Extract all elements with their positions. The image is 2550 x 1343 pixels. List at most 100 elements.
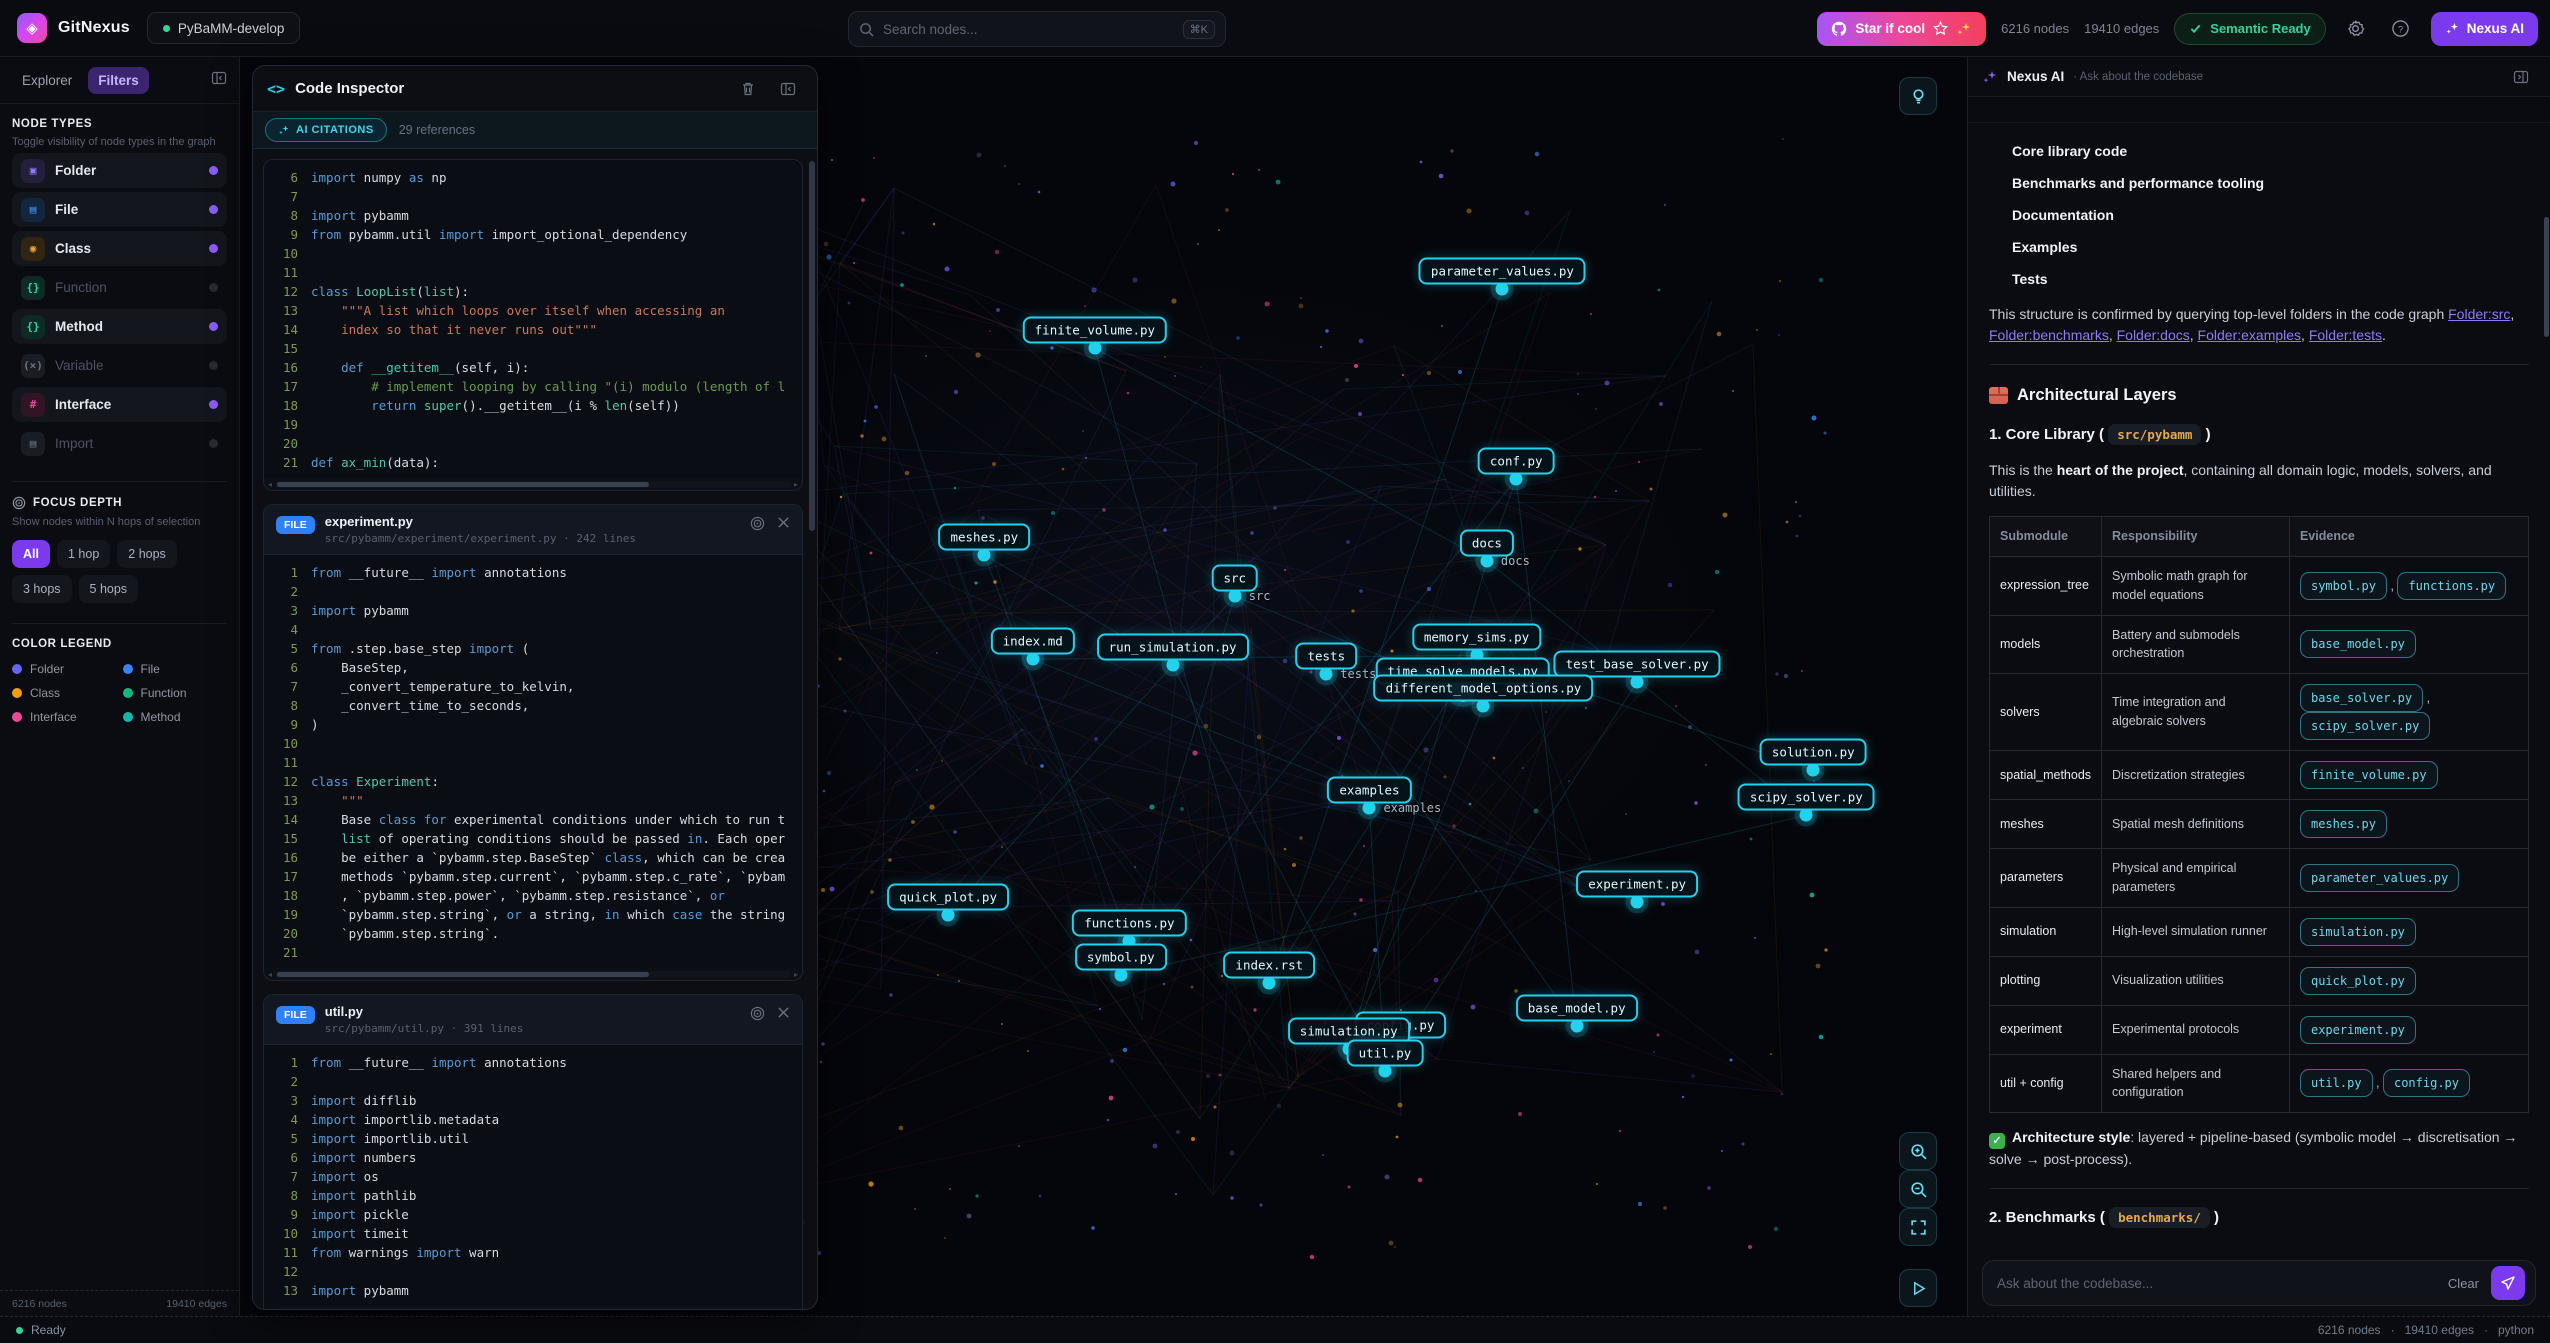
node-type-folder[interactable]: ▣Folder — [12, 153, 227, 188]
visibility-toggle[interactable] — [209, 361, 218, 370]
visibility-toggle[interactable] — [209, 439, 218, 448]
horizontal-scrollbar[interactable]: ◂▸ — [264, 478, 802, 490]
focus-depth-all[interactable]: All — [12, 540, 50, 568]
horizontal-scrollbar[interactable]: ◂▸ — [264, 968, 802, 980]
graph-node-quick_plot.py[interactable]: quick_plot.py — [887, 883, 1009, 910]
inspector-scrollbar[interactable] — [809, 161, 815, 531]
focus-depth-1-hop[interactable]: 1 hop — [57, 540, 110, 568]
collapse-ai-panel-button[interactable] — [2506, 62, 2536, 92]
graph-node-parameter_values.py[interactable]: parameter_values.py — [1419, 258, 1586, 285]
graph-link-Folder:benchmarks[interactable]: Folder:benchmarks — [1989, 327, 2109, 343]
clear-inspector-button[interactable] — [733, 74, 763, 104]
code-block[interactable]: 1from __future__ import annotations2 3im… — [264, 555, 802, 968]
zoom-in-button[interactable] — [1899, 1132, 1937, 1170]
graph-node-functions.py[interactable]: functions.py — [1072, 910, 1186, 937]
horizontal-scrollbar[interactable]: ◂▸ — [264, 1306, 802, 1309]
cell-responsibility: Spatial mesh definitions — [2102, 800, 2290, 849]
graph-node-symbol.py[interactable]: symbol.py — [1075, 944, 1167, 971]
visibility-toggle[interactable] — [209, 244, 218, 253]
focus-depth-5-hops[interactable]: 5 hops — [79, 575, 139, 603]
node-type-function[interactable]: {}Function — [12, 270, 227, 305]
visibility-toggle[interactable] — [209, 322, 218, 331]
graph-node-index.rst[interactable]: index.rst — [1223, 951, 1315, 978]
graph-node-different_model_options.py[interactable]: different_model_options.py — [1374, 674, 1594, 701]
node-type-import[interactable]: ▤Import — [12, 426, 227, 461]
evidence-chip-util.py[interactable]: util.py — [2300, 1069, 2373, 1097]
project-selector[interactable]: PyBaMM-develop — [147, 12, 301, 44]
focus-depth-3-hops[interactable]: 3 hops — [12, 575, 72, 603]
graph-node-scipy_solver.py[interactable]: scipy_solver.py — [1738, 784, 1875, 811]
ai-message-area[interactable]: Core library codeBenchmarks and performa… — [1968, 123, 2550, 1248]
zoom-out-button[interactable] — [1899, 1170, 1937, 1208]
evidence-chip-finite_volume.py[interactable]: finite_volume.py — [2300, 761, 2438, 789]
visibility-toggle[interactable] — [209, 283, 218, 292]
node-type-class[interactable]: ◉Class — [12, 231, 227, 266]
node-type-interface[interactable]: #Interface — [12, 387, 227, 422]
visibility-toggle[interactable] — [209, 400, 218, 409]
code-block[interactable]: 6import numpy as np7 8import pybamm9from… — [264, 160, 802, 478]
ai-citations-badge[interactable]: AI CITATIONS — [265, 118, 387, 142]
graph-link-Folder:src[interactable]: Folder:src — [2448, 306, 2510, 322]
node-type-method[interactable]: {}Method — [12, 309, 227, 344]
graph-node-run_simulation.py[interactable]: run_simulation.py — [1097, 634, 1249, 661]
collapse-sidebar-button[interactable] — [211, 70, 227, 91]
edges-count: 19410 edges — [2084, 21, 2159, 36]
chat-send-button[interactable] — [2491, 1266, 2525, 1300]
graph-link-Folder:tests[interactable]: Folder:tests — [2309, 327, 2382, 343]
focus-depth-2-hops[interactable]: 2 hops — [117, 540, 177, 568]
interface-icon: # — [21, 393, 45, 417]
graph-node-experiment.py[interactable]: experiment.py — [1576, 871, 1698, 898]
collapse-inspector-button[interactable] — [773, 74, 803, 104]
graph-node-conf.py[interactable]: conf.py — [1478, 448, 1555, 475]
evidence-chip-functions.py[interactable]: functions.py — [2397, 572, 2506, 600]
close-card-button[interactable] — [777, 1006, 790, 1024]
evidence-chip-parameter_values.py[interactable]: parameter_values.py — [2300, 864, 2459, 892]
ai-scrollbar[interactable] — [2544, 217, 2549, 337]
locate-node-button[interactable] — [750, 1006, 765, 1026]
chat-input[interactable]: Ask about the codebase... Clear — [1982, 1260, 2536, 1306]
visibility-toggle[interactable] — [209, 205, 218, 214]
graph-node-memory_sims.py[interactable]: memory_sims.py — [1412, 624, 1541, 651]
visibility-toggle[interactable] — [209, 166, 218, 175]
graph-node-base_model.py[interactable]: base_model.py — [1516, 994, 1638, 1021]
evidence-chip-simulation.py[interactable]: simulation.py — [2300, 918, 2416, 946]
nexus-ai-button[interactable]: Nexus AI — [2431, 12, 2538, 46]
insight-button[interactable] — [1899, 77, 1937, 115]
search-input[interactable]: Search nodes... ⌘K — [848, 11, 1226, 47]
graph-node-index.md[interactable]: index.md — [991, 628, 1075, 655]
evidence-chip-base_solver.py[interactable]: base_solver.py — [2300, 684, 2423, 712]
close-card-button[interactable] — [777, 516, 790, 534]
graph-node-meshes.py[interactable]: meshes.py — [938, 523, 1030, 550]
evidence-chip-symbol.py[interactable]: symbol.py — [2300, 572, 2387, 600]
node-type-variable[interactable]: (×)Variable — [12, 348, 227, 383]
evidence-chip-experiment.py[interactable]: experiment.py — [2300, 1016, 2416, 1044]
star-if-cool-button[interactable]: Star if cool — [1817, 12, 1986, 46]
evidence-chip-config.py[interactable]: config.py — [2383, 1069, 2470, 1097]
settings-button[interactable] — [2341, 14, 2371, 44]
graph-link-Folder:docs[interactable]: Folder:docs — [2117, 327, 2190, 343]
evidence-chip-scipy_solver.py[interactable]: scipy_solver.py — [2300, 712, 2430, 740]
sidebar-tab-explorer[interactable]: Explorer — [12, 67, 82, 94]
legend-file: File — [123, 662, 228, 676]
graph-node-finite_volume.py[interactable]: finite_volume.py — [1023, 317, 1167, 344]
evidence-chip-meshes.py[interactable]: meshes.py — [2300, 810, 2387, 838]
inspector-scroll-area[interactable]: 6import numpy as np7 8import pybamm9from… — [253, 149, 817, 1309]
graph-node-solution.py[interactable]: solution.py — [1760, 738, 1867, 765]
graph-node-docs[interactable]: docs — [1460, 529, 1514, 556]
focus-depth-desc: Show nodes within N hops of selection — [12, 515, 227, 529]
help-button[interactable]: ? — [2386, 14, 2416, 44]
chat-clear-button[interactable]: Clear — [2448, 1276, 2479, 1291]
evidence-chip-base_model.py[interactable]: base_model.py — [2300, 630, 2416, 658]
play-layout-button[interactable] — [1899, 1269, 1937, 1307]
node-type-file[interactable]: ▤File — [12, 192, 227, 227]
graph-node-util.py[interactable]: util.py — [1347, 1039, 1424, 1066]
graph-node-examples[interactable]: examples — [1327, 776, 1411, 803]
graph-node-tests[interactable]: tests — [1295, 643, 1357, 670]
sidebar-tab-filters[interactable]: Filters — [88, 67, 149, 94]
fit-view-button[interactable] — [1899, 1208, 1937, 1246]
locate-node-button[interactable] — [750, 516, 765, 536]
graph-link-Folder:examples[interactable]: Folder:examples — [2198, 327, 2302, 343]
evidence-chip-quick_plot.py[interactable]: quick_plot.py — [2300, 967, 2416, 995]
code-block[interactable]: 1from __future__ import annotations2 3im… — [264, 1045, 802, 1306]
graph-node-src[interactable]: src — [1211, 565, 1258, 592]
